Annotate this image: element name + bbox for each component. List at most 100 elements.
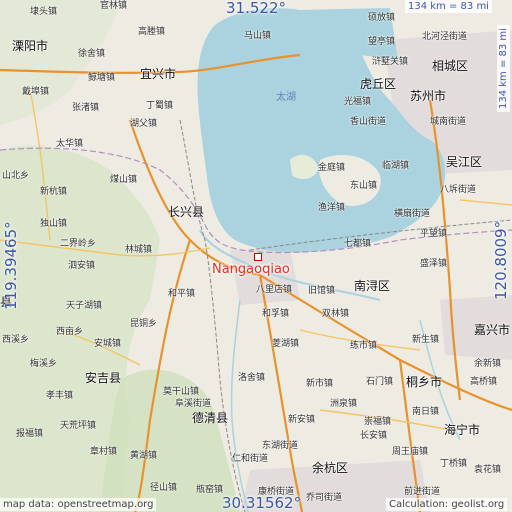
map-label: 丁桥镇: [440, 459, 468, 469]
map-label: 新安镇: [288, 415, 316, 425]
map-label: 宜兴市: [140, 67, 177, 81]
map-label: 双林镇: [322, 309, 350, 319]
map-label: 昆铜乡: [130, 319, 158, 329]
map-label: 煤山镇: [110, 175, 138, 185]
location-marker[interactable]: [254, 253, 262, 261]
map-label: 八坼街道: [440, 185, 477, 195]
map-label: 孝丰镇: [46, 391, 74, 401]
lake-label: 太湖: [276, 92, 296, 103]
map-label: 盛泽镇: [420, 259, 448, 269]
map-label: 长安镇: [360, 431, 388, 441]
map-label: 袁花镇: [474, 465, 502, 475]
map-label: 黄湖镇: [130, 451, 158, 461]
map-label: 丁蜀镇: [146, 101, 174, 111]
map-label: 戴埠镇: [22, 87, 50, 97]
map-label: 菱湖镇: [272, 339, 300, 349]
map-label: 阜溪街道: [175, 399, 212, 409]
map-label: 硕放镇: [368, 13, 396, 23]
map-label: 金庭镇: [318, 163, 346, 173]
hills-northwest: [0, 0, 120, 125]
map-label: 南浔区: [354, 279, 391, 293]
scale-bar-horizontal: 134 km = 83 mi: [405, 0, 492, 13]
map-label: 新市镇: [306, 379, 334, 389]
map-label: 香山街道: [350, 117, 387, 127]
map-label: 浒墅关镇: [372, 57, 409, 67]
map-label: 洲泉镇: [330, 399, 358, 409]
map-label: 城南街道: [430, 117, 467, 127]
map-label: 渔洋镇: [318, 203, 346, 213]
map-label: 新生镇: [412, 335, 440, 345]
longitude-left-label: 119.39465°: [2, 221, 20, 310]
map-label: 长兴县: [168, 205, 205, 219]
map-label: 北河泾街道: [422, 32, 468, 42]
map-label: 余杭区: [312, 461, 349, 475]
map-label: 洛舍镇: [238, 373, 266, 383]
map-label: 旧馆镇: [308, 286, 336, 296]
scale-bar-vertical: 134 km = 83 mi: [497, 25, 510, 112]
map-label: 八里店镇: [256, 285, 293, 295]
map-label: 官林镇: [100, 1, 128, 11]
map-label: 临湖镇: [382, 161, 410, 171]
map-label: 崇福镇: [364, 417, 392, 427]
map-label: 嘉兴市: [474, 323, 511, 337]
longitude-right-label: 120.8009°: [492, 220, 510, 300]
river-2: [230, 299, 249, 512]
map-label: 和孚镇: [262, 309, 290, 319]
map-label: 和平镇: [168, 289, 196, 299]
map-label: 周王庙镇: [392, 447, 429, 457]
map-label: 吴江区: [446, 155, 483, 169]
map-canvas[interactable]: 太湖 埭头镇 官林镇 高塍镇 溧阳市 徐舍镇 宜兴市 鲸塘镇 戴埠镇 张渚镇 丁…: [0, 0, 512, 512]
map-label: 望亭镇: [368, 37, 396, 47]
map-label: 埭头镇: [30, 7, 58, 17]
map-label: 溧阳市: [12, 39, 49, 53]
map-label: 西溪乡: [2, 335, 30, 345]
calculation-credit[interactable]: Calculation: geolist.org: [386, 498, 508, 511]
map-label: 天子湖镇: [66, 301, 103, 311]
map-label: 安吉县: [85, 371, 122, 385]
map-label: 鲸塘镇: [88, 73, 116, 83]
map-label: 光福镇: [344, 97, 372, 107]
map-label: 西亩乡: [56, 327, 84, 337]
map-label: 报福镇: [16, 429, 44, 439]
map-label: 二界岭乡: [60, 239, 97, 249]
map-label: 安城镇: [94, 339, 122, 349]
map-label: 南日镇: [412, 407, 440, 417]
latitude-bottom-label: 30.31562°: [222, 494, 302, 512]
map-label: 海宁市: [444, 423, 481, 437]
map-label: 前进街道: [404, 487, 441, 497]
map-label: 桐乡市: [406, 375, 443, 389]
map-label: 石门镇: [366, 377, 394, 387]
map-label: 七都镇: [344, 239, 372, 249]
place-name-label: Nangaoqiao: [212, 262, 290, 277]
map-data-credit[interactable]: map data: openstreetmap.org: [0, 498, 157, 511]
map-label: 苏州市: [410, 89, 447, 103]
map-label: 练市镇: [350, 341, 378, 351]
map-label: 太华镇: [56, 139, 84, 149]
map-label: 天荒坪镇: [60, 421, 97, 431]
map-label: 莫干山镇: [163, 387, 200, 397]
map-label: 平望镇: [420, 229, 448, 239]
map-label: 山北乡: [2, 171, 30, 181]
map-label: 乔司街道: [306, 493, 343, 503]
map-label: 章村镇: [90, 447, 118, 457]
map-label: 林城镇: [125, 245, 153, 255]
map-label: 相城区: [432, 59, 469, 73]
map-label: 高塍镇: [138, 27, 166, 37]
map-label: 徐舍镇: [78, 49, 106, 59]
map-label: 东湖街道: [262, 441, 299, 451]
map-label: 瓶窑镇: [196, 485, 224, 495]
latitude-top-label: 31.522°: [226, 0, 286, 17]
map-label: 张渚镇: [72, 103, 100, 113]
map-label: 梅溪乡: [30, 359, 58, 369]
map-label: 湖父镇: [130, 119, 158, 129]
map-label: 径山镇: [150, 483, 178, 493]
map-label: 新杭镇: [40, 187, 68, 197]
map-label: 虎丘区: [360, 77, 397, 91]
map-label: 东山镇: [350, 181, 378, 191]
map-label: 余新镇: [474, 359, 502, 369]
map-label: 马山镇: [244, 31, 272, 41]
map-label: 泗安镇: [68, 261, 96, 271]
map-label: 仁和街道: [232, 454, 269, 464]
map-label: 德清县: [192, 411, 229, 425]
map-label: 高桥镇: [470, 377, 498, 387]
